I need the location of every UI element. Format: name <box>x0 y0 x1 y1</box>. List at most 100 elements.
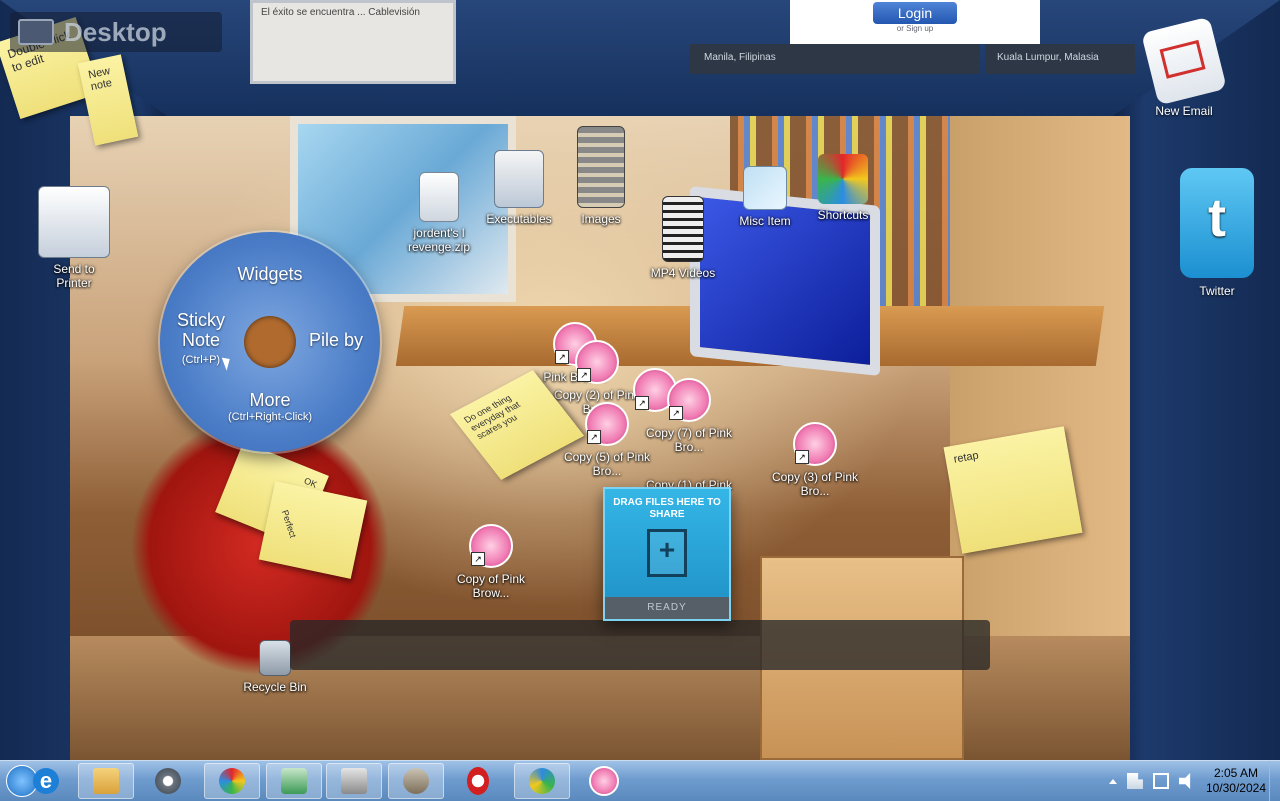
icon-label: Executables <box>486 212 552 226</box>
taskbar-file-explorer[interactable] <box>78 763 134 799</box>
menu-item-label: Sticky Note <box>176 310 225 350</box>
icon-label: Copy (5) of Pink Bro... <box>563 450 651 478</box>
internet-explorer-icon: e <box>33 768 59 794</box>
zip-file-icon-item[interactable]: jordent's l revenge.zip <box>394 172 484 254</box>
images-icon <box>577 126 625 208</box>
dock-shelf <box>290 620 990 670</box>
widget-label: Twitter <box>1199 284 1235 298</box>
taskbar-pink-brow[interactable] <box>576 763 632 799</box>
twitter-widget[interactable]: t Twitter <box>1172 168 1262 298</box>
shortcuts-icon <box>818 154 868 204</box>
taskbar-media-player[interactable] <box>140 763 196 799</box>
drag-files-share-box[interactable]: DRAG FILES HERE TO SHARE READY <box>603 487 731 621</box>
menu-item-shortcut: (Ctrl+Right-Click) <box>227 411 313 423</box>
shortcut-arrow-icon: ↗ <box>795 450 809 464</box>
dropbox-title: DRAG FILES HERE TO SHARE <box>613 497 721 520</box>
taskbar-bumptop[interactable] <box>204 763 260 799</box>
add-document-icon <box>647 529 687 577</box>
ceiling-caption-right: Kuala Lumpur, Malasia <box>985 44 1135 74</box>
menu-item-label: Widgets <box>237 264 303 284</box>
system-tray: 2:05 AM 10/30/2024 <box>1104 761 1266 801</box>
sticky-note-retap[interactable]: retap <box>943 426 1083 554</box>
executables-pile[interactable]: Executables <box>474 150 564 226</box>
menu-item-label: More <box>249 390 291 410</box>
zip-icon <box>419 172 459 222</box>
new-email-widget[interactable]: New Email <box>1134 16 1234 118</box>
send-to-printer-widget[interactable]: Send to Printer <box>26 186 122 290</box>
show-desktop-button[interactable] <box>1269 761 1280 801</box>
misc-item-pile[interactable]: Misc Item <box>720 166 810 228</box>
clock-date: 10/30/2024 <box>1205 781 1266 795</box>
email-envelope-icon <box>1141 16 1227 106</box>
scanner-icon <box>341 768 367 794</box>
taskbar-app-green[interactable] <box>266 763 322 799</box>
icon-label: Misc Item <box>739 214 791 228</box>
menu-item-widgets[interactable]: Widgets <box>220 264 320 285</box>
menu-item-pile-by[interactable]: Pile by <box>300 330 372 351</box>
opera-icon <box>467 767 489 795</box>
app-icon <box>281 768 307 794</box>
shortcut-arrow-icon: ↗ <box>577 368 591 382</box>
ceiling-card-web-ad[interactable]: El éxito se encuentra ... Cablevisión <box>250 0 456 84</box>
taskbar-internet-explorer[interactable]: e <box>18 763 74 799</box>
menu-item-more[interactable]: More (Ctrl+Right-Click) <box>210 390 330 423</box>
volume-muted-icon[interactable] <box>1178 773 1191 789</box>
icon-label: Copy (3) of Pink Bro... <box>771 470 859 498</box>
taskbar-browser[interactable] <box>514 763 570 799</box>
icon-label: MP4 Videos <box>650 266 716 280</box>
shortcut-arrow-icon: ↗ <box>471 552 485 566</box>
browser-icon <box>529 768 555 794</box>
icon-label: jordent's l revenge.zip <box>407 226 471 254</box>
icon-label: Copy of Pink Brow... <box>456 572 526 600</box>
taskbar-gimp[interactable] <box>388 763 444 799</box>
caption-left-text: Manila, Filipinas <box>704 52 776 63</box>
pink-brow-icon <box>589 766 619 796</box>
bumptop-icon <box>219 768 245 794</box>
show-hidden-icons-chevron-icon[interactable] <box>1108 778 1117 784</box>
menu-item-label: Pile by <box>308 330 364 350</box>
twitter-logo-icon: t <box>1180 168 1254 278</box>
mp4-videos-pile[interactable]: MP4 Videos <box>638 196 728 280</box>
mp4-videos-icon <box>662 196 704 262</box>
taskbar-clock[interactable]: 2:05 AM 10/30/2024 <box>1206 766 1266 796</box>
ceiling-card-text: El éxito se encuentra ... Cablevisión <box>261 7 420 18</box>
clock-time: 2:05 AM <box>1213 766 1258 780</box>
ceiling-caption-left: Manila, Filipinas <box>690 44 980 74</box>
signup-link[interactable]: or Sign up <box>790 24 1040 33</box>
desktop-icon <box>18 19 54 45</box>
desktop-title-text: Desktop <box>64 16 167 47</box>
icon-label: Recycle Bin <box>243 680 307 694</box>
network-icon[interactable] <box>1152 773 1169 789</box>
executables-icon <box>494 150 544 208</box>
pink-brow-icon: ↗ <box>667 378 711 422</box>
media-player-icon <box>155 768 181 794</box>
gimp-icon <box>403 768 429 794</box>
bumptop-3d-room: El éxito se encuentra ... Cablevisión Lo… <box>0 0 1280 760</box>
taskbar-app-scanner[interactable] <box>326 763 382 799</box>
images-pile[interactable]: Images <box>556 126 646 226</box>
widget-label: New Email <box>1155 104 1213 118</box>
misc-item-icon <box>743 166 787 210</box>
printer-label: Send to Printer <box>53 262 95 290</box>
pink-brow-icon: ↗ <box>793 422 837 466</box>
pink-brow-icon: ↗ <box>469 524 513 568</box>
shortcut-arrow-icon: ↗ <box>669 406 683 420</box>
folder-icon <box>93 768 119 794</box>
dropbox-status: READY <box>605 597 729 619</box>
sticky-note-text: New note <box>87 65 114 94</box>
sticky-note-text: retap <box>952 449 980 466</box>
ceiling-card-login[interactable]: Login or Sign up <box>790 0 1040 44</box>
recycle-bin-icon <box>259 640 291 676</box>
pink-brow-copy-3[interactable]: ↗ Copy (3) of Pink Bro... <box>770 422 860 498</box>
shortcut-arrow-icon: ↗ <box>587 430 601 444</box>
taskbar-opera[interactable] <box>450 763 506 799</box>
desktop-title: Desktop <box>10 12 222 52</box>
action-center-flag-icon[interactable] <box>1126 773 1143 789</box>
shortcuts-pile[interactable]: Shortcuts <box>798 154 888 222</box>
icon-label: Shortcuts <box>817 208 869 222</box>
icon-label: Images <box>581 212 621 226</box>
radial-menu-hub <box>244 316 296 368</box>
login-button[interactable]: Login <box>873 2 957 24</box>
radial-context-menu[interactable]: Widgets Sticky Note (Ctrl+P) Pile by Mor… <box>160 232 380 452</box>
pink-brow-copy[interactable]: ↗ Copy of Pink Brow... <box>446 524 536 600</box>
